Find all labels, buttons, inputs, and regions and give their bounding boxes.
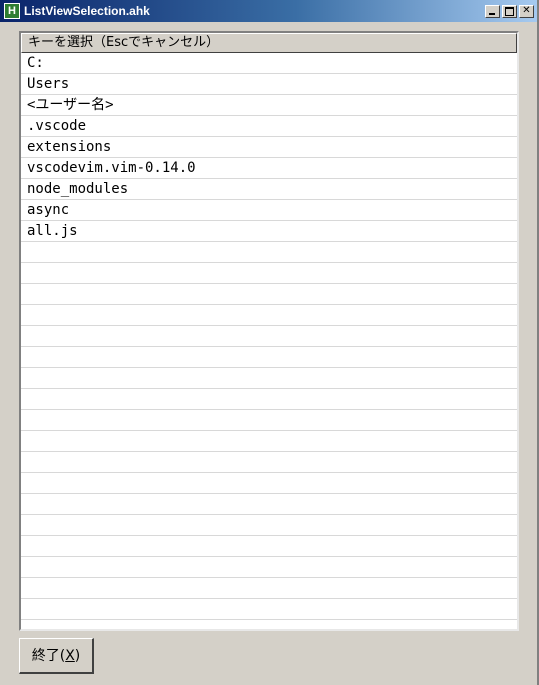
title-bar[interactable]: H ListViewSelection.ahk ✕	[0, 0, 537, 22]
list-item[interactable]: extensions	[21, 137, 517, 158]
window-title: ListViewSelection.ahk	[24, 4, 150, 18]
list-item[interactable]: node_modules	[21, 179, 517, 200]
close-button[interactable]: ✕	[519, 4, 534, 18]
list-item[interactable]: C:	[21, 53, 517, 74]
exit-button-suffix: )	[74, 648, 81, 664]
list-item[interactable]: all.js	[21, 221, 517, 242]
selection-listview[interactable]: キーを選択（Escでキャンセル） C: Users <ユーザー名> .vscode ex…	[19, 31, 519, 631]
list-item[interactable]: .vscode	[21, 116, 517, 137]
list-item[interactable]: <ユーザー名>	[21, 95, 517, 116]
list-item[interactable]: async	[21, 200, 517, 221]
listview-rows[interactable]: C: Users <ユーザー名> .vscode extensions vscodevim…	[21, 53, 517, 629]
main-window: H ListViewSelection.ahk ✕ キーを選択（Escでキャンセ…	[0, 0, 539, 685]
title-bar-buttons: ✕	[483, 4, 534, 18]
exit-button-prefix: 終了(	[31, 648, 66, 664]
autohotkey-app-icon[interactable]: H	[4, 3, 20, 19]
exit-button-accelerator: X	[65, 648, 75, 664]
maximize-button[interactable]	[502, 4, 517, 18]
minimize-button[interactable]	[485, 4, 500, 18]
exit-button[interactable]: 終了(X)	[19, 638, 94, 674]
list-item[interactable]: vscodevim.vim-0.14.0	[21, 158, 517, 179]
listview-column-header[interactable]: キーを選択（Escでキャンセル）	[21, 33, 517, 53]
list-item[interactable]: Users	[21, 74, 517, 95]
